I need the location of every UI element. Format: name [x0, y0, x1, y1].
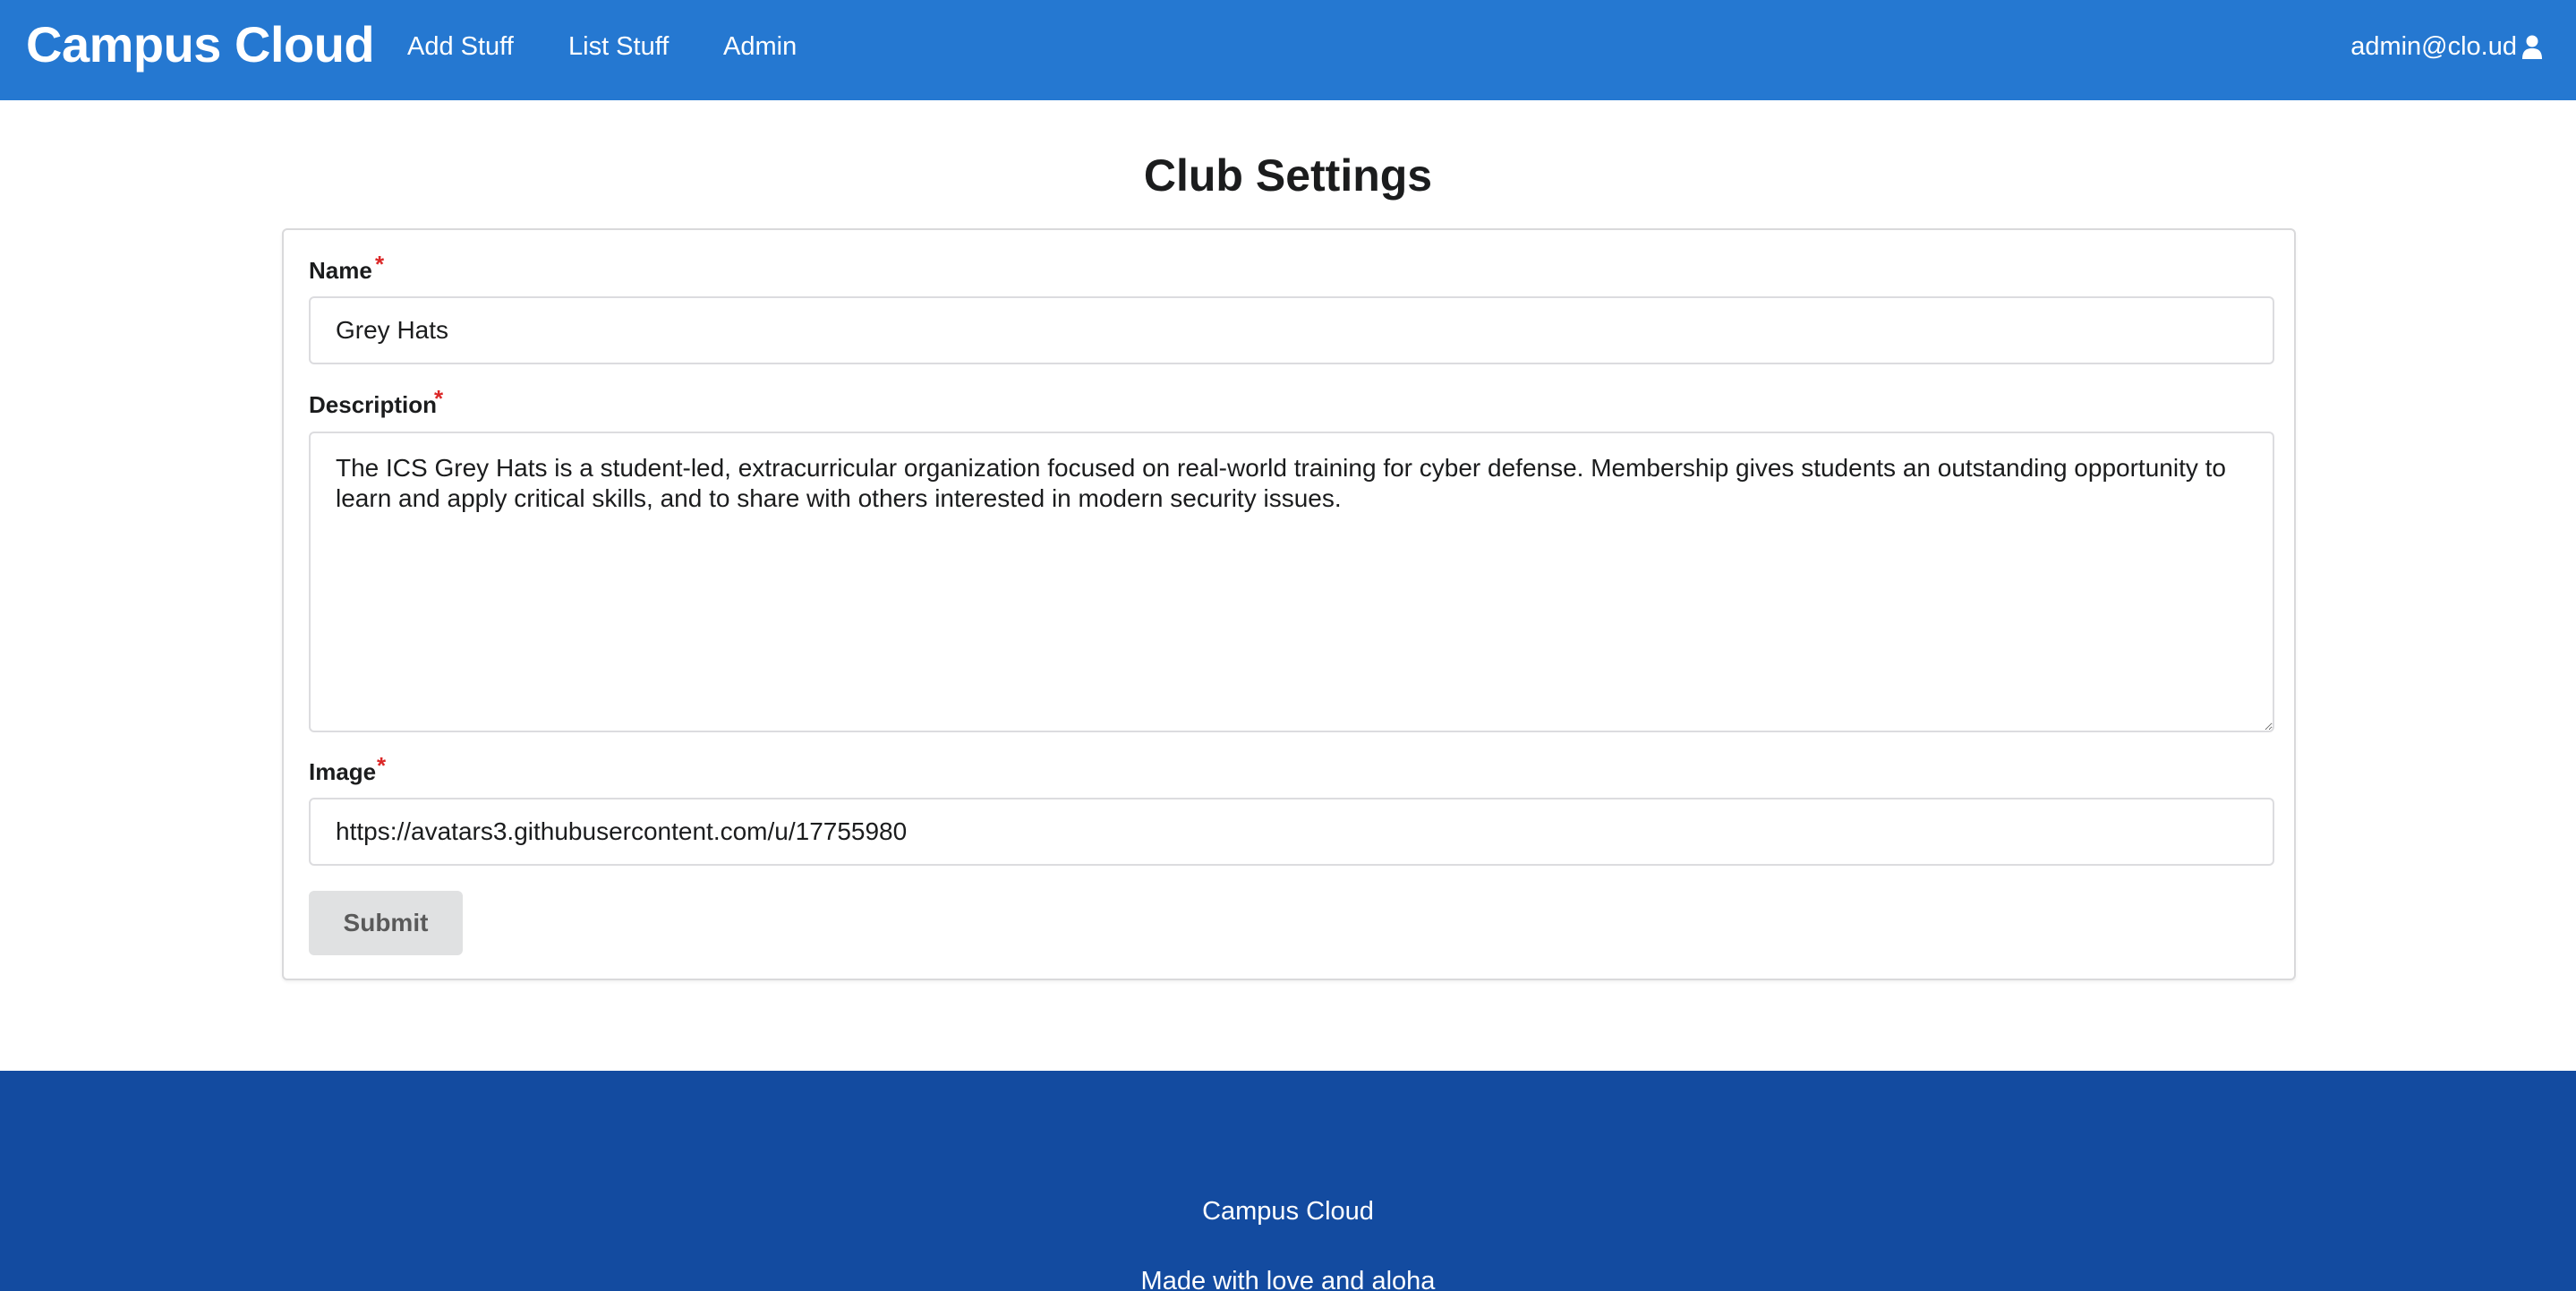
name-label: Name [309, 257, 372, 284]
user-menu[interactable]: admin@clo.ud [2350, 30, 2542, 64]
nav-list-stuff[interactable]: List Stuff [568, 30, 669, 64]
submit-button[interactable]: Submit [309, 891, 463, 955]
description-label: Description [309, 391, 438, 418]
nav-admin[interactable]: Admin [723, 30, 797, 64]
image-required-marker: * [377, 752, 387, 779]
description-required-marker: * [434, 385, 444, 412]
top-navbar: Campus Cloud Add Stuff List Stuff Admin … [0, 0, 2576, 100]
footer-title: Campus Cloud [1202, 1197, 1374, 1226]
user-icon [2522, 35, 2542, 59]
description-textarea[interactable]: The ICS Grey Hats is a student-led, extr… [309, 432, 2274, 732]
page-title: Club Settings [1143, 150, 1433, 201]
user-email: admin@clo.ud [2350, 32, 2517, 61]
image-label: Image [309, 758, 377, 785]
name-input[interactable] [309, 296, 2274, 364]
name-required-marker: * [375, 251, 385, 278]
footer-tagline: Made with love and aloha [1140, 1267, 1436, 1291]
footer: Campus Cloud Made with love and aloha [0, 1071, 2576, 1291]
image-url-input[interactable] [309, 798, 2274, 866]
brand-logo[interactable]: Campus Cloud [26, 13, 375, 77]
nav-add-stuff[interactable]: Add Stuff [407, 30, 514, 64]
club-settings-form: Name * Description * The ICS Grey Hats i… [282, 228, 2296, 980]
